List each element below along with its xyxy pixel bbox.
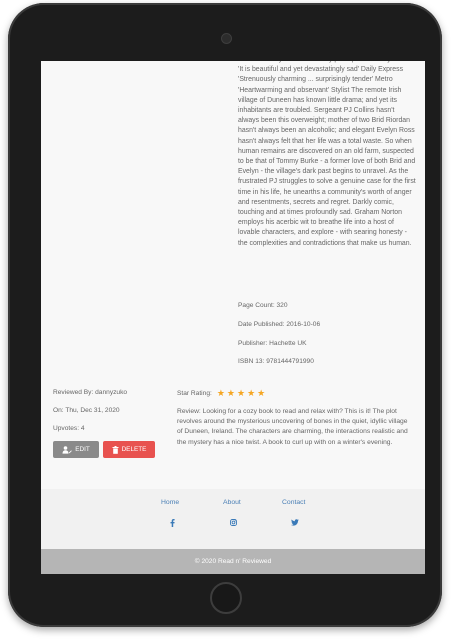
star-icon: ★ xyxy=(236,388,246,398)
facebook-icon[interactable] xyxy=(170,519,175,529)
delete-label: DELETE xyxy=(121,446,147,453)
home-button[interactable] xyxy=(210,582,242,614)
user-edit-icon xyxy=(62,445,73,454)
reviewed-by: Reviewed By: dannyzuko xyxy=(53,389,128,396)
footer-link-contact[interactable]: Contact xyxy=(282,499,305,506)
star-icon: ★ xyxy=(247,388,256,398)
book-description: Times 'a funny and wonderfully perceptiv… xyxy=(238,61,416,247)
instagram-icon[interactable] xyxy=(230,519,237,528)
date-published: Date Published: 2016-10-06 xyxy=(238,321,321,328)
camera-icon xyxy=(221,33,232,44)
copyright-bar: © 2020 Read n' Reviewed xyxy=(41,549,425,574)
tablet-frame: Times 'a funny and wonderfully perceptiv… xyxy=(8,3,442,627)
star-icon: ★ xyxy=(257,388,266,398)
review-date: On: Thu, Dec 31, 2020 xyxy=(53,407,120,414)
delete-button[interactable]: DELETE xyxy=(103,441,155,458)
upvotes: Upvotes: 4 xyxy=(53,425,85,432)
star-icon: ★ xyxy=(216,388,225,398)
footer: Home About Contact xyxy=(41,489,425,549)
twitter-icon[interactable] xyxy=(291,519,299,528)
edit-label: EDIT xyxy=(75,446,90,453)
review-text: Review: Looking for a cozy book to read … xyxy=(177,408,408,446)
footer-link-home[interactable]: Home xyxy=(161,499,179,506)
screen: Times 'a funny and wonderfully perceptiv… xyxy=(41,61,425,574)
edit-button[interactable]: EDIT xyxy=(53,441,99,458)
trash-icon xyxy=(112,445,119,454)
footer-link-about[interactable]: About xyxy=(223,499,241,506)
star-rating-label: Star Rating: xyxy=(177,390,212,397)
publisher: Publisher: Hachette UK xyxy=(238,340,307,347)
copyright-text: © 2020 Read n' Reviewed xyxy=(194,558,272,565)
isbn: ISBN 13: 9781444791990 xyxy=(238,358,314,365)
star-icon: ★ xyxy=(226,388,235,398)
page-count: Page Count: 320 xyxy=(238,302,288,309)
star-rating: Star Rating: ★ ★ ★ ★ ★ xyxy=(177,389,265,398)
